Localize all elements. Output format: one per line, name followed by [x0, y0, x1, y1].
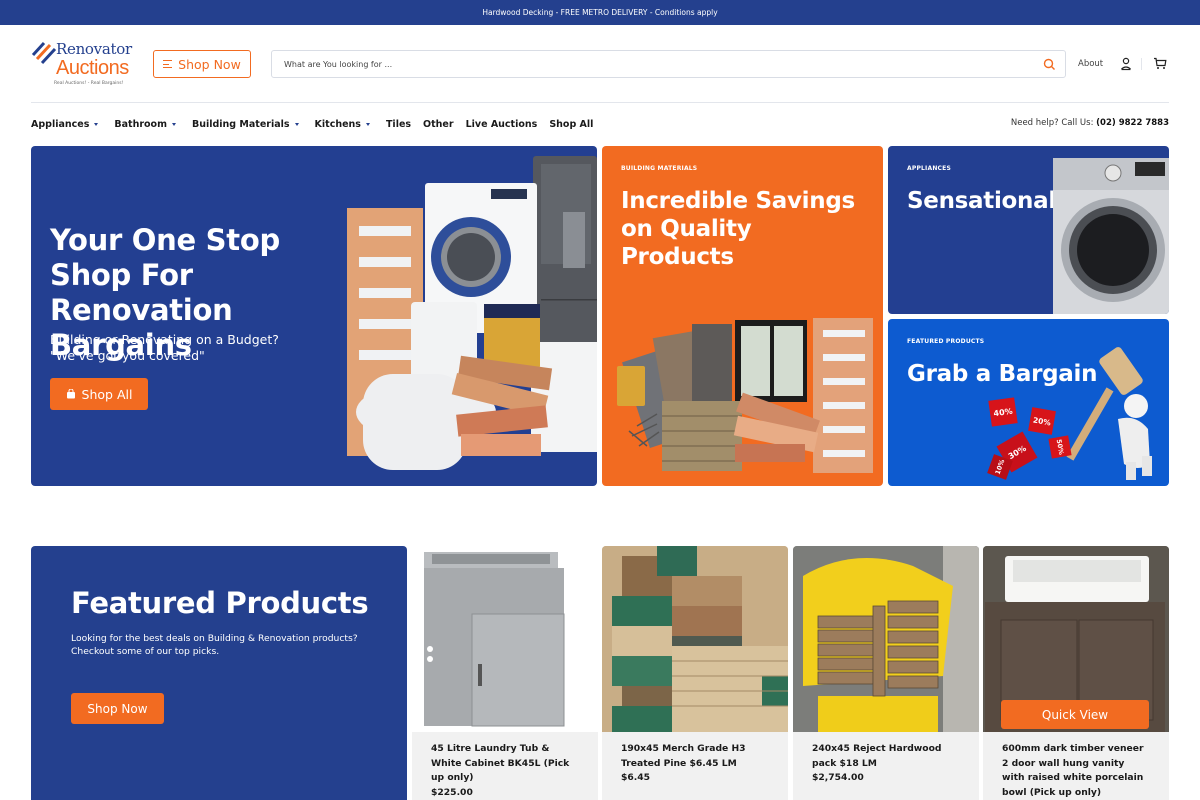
hardwood-pack-image [793, 546, 979, 732]
nav-label: Bathroom [114, 118, 167, 130]
logo[interactable]: Renovator Auctions Real Auctions! - Real… [31, 39, 132, 91]
product-info: 45 Litre Laundry Tub & White Cabinet BK4… [412, 732, 598, 800]
shop-all-label: Shop All [81, 386, 133, 402]
announcement-text: Hardwood Decking - FREE METRO DELIVERY -… [482, 8, 718, 17]
logo-text-auctions: Auctions [56, 57, 129, 79]
user-icon[interactable] [1120, 57, 1132, 71]
nav-item-other[interactable]: Other [423, 119, 454, 130]
shop-now-label: Shop Now [178, 56, 241, 72]
product-info: 600mm dark timber veneer 2 door wall hun… [983, 732, 1169, 800]
nav-label: Appliances [31, 118, 90, 130]
search-icon[interactable] [1043, 58, 1056, 71]
featured-products-panel: Featured Products Looking for the best d… [31, 546, 407, 800]
discount-tag: 40% [988, 397, 1018, 427]
shop-now-menu-button[interactable]: Shop Now [153, 50, 251, 78]
product-price: $2,754.00 [812, 772, 864, 783]
product-image[interactable] [793, 546, 979, 732]
site-header: Renovator Auctions Real Auctions! - Real… [31, 25, 1169, 103]
phone-number[interactable]: (02) 9822 7883 [1096, 118, 1169, 128]
nav-label: Shop All [549, 118, 594, 130]
logo-mark-icon [31, 41, 57, 65]
product-card[interactable]: 190x45 Merch Grade H3 Treated Pine $6.45… [602, 546, 788, 800]
caret-down-icon [94, 122, 99, 126]
search-input[interactable] [272, 51, 1012, 77]
product-image[interactable] [412, 546, 598, 732]
nav-item-bathroom[interactable]: Bathroom [114, 119, 176, 130]
banner-kicker: BUILDING MATERIALS [621, 165, 698, 172]
hero-subtitle-line1: Building or Renovating on a Budget? [50, 332, 279, 347]
about-link[interactable]: About [1078, 59, 1103, 69]
product-name[interactable]: 190x45 Merch Grade H3 Treated Pine $6.45… [621, 742, 769, 771]
shopping-bag-icon [66, 389, 75, 399]
help-contact: Need help? Call Us: (02) 9822 7883 [1011, 118, 1169, 128]
product-image[interactable] [602, 546, 788, 732]
discount-cubes: 40% 20% 30% 50% 10% [987, 395, 1080, 480]
building-materials-image [617, 318, 873, 473]
hero-product-collage-image [347, 156, 597, 470]
product-info: 240x45 Reject Hardwood pack $18 LM $2,75… [793, 732, 979, 800]
banner-kicker: FEATURED PRODUCTS [907, 338, 985, 345]
nav-item-kitchens[interactable]: Kitchens [315, 119, 370, 130]
product-name[interactable]: 240x45 Reject Hardwood pack $18 LM [812, 742, 960, 771]
hero-subtitle-line2: "We've got you covered" [50, 348, 205, 363]
banner-title: Incredible Savings on Quality Products [621, 188, 855, 270]
product-card[interactable]: Quick View 600mm dark timber veneer 2 do… [983, 546, 1169, 800]
washing-machine-image [1053, 158, 1169, 314]
product-info: 190x45 Merch Grade H3 Treated Pine $6.45… [602, 732, 788, 800]
nav-label: Kitchens [314, 118, 361, 130]
treated-pine-stack-image [602, 546, 788, 732]
nav-item-appliances[interactable]: Appliances [31, 118, 99, 130]
main-nav: Appliances Bathroom Building Materials K… [31, 113, 609, 135]
product-price: $225.00 [431, 786, 473, 798]
product-name[interactable]: 600mm dark timber veneer 2 door wall hun… [1002, 742, 1150, 800]
help-text: Need help? Call Us: [1010, 118, 1094, 128]
logo-text-renovator: Renovator [56, 40, 132, 58]
nav-item-tiles[interactable]: Tiles [386, 119, 411, 130]
building-materials-banner[interactable]: BUILDING MATERIALS Incredible Savings on… [602, 146, 883, 486]
featured-products-title: Featured Products [71, 586, 369, 620]
nav-item-live-auctions[interactable]: Live Auctions [466, 119, 538, 130]
laundry-tub-image [424, 552, 565, 727]
announcement-bar: Hardwood Decking - FREE METRO DELIVERY -… [0, 0, 1200, 25]
hero-main-banner[interactable]: Your One Stop Shop For Renovation Bargai… [31, 146, 597, 486]
product-price: $6.45 [621, 772, 651, 783]
nav-item-shop-all[interactable]: Shop All [549, 119, 593, 130]
search-bar [271, 50, 1066, 78]
caret-down-icon [171, 122, 176, 126]
product-card[interactable]: 45 Litre Laundry Tub & White Cabinet BK4… [412, 546, 598, 800]
nav-label: Other [423, 118, 454, 130]
appliances-banner[interactable]: APPLIANCES Sensational Savings [888, 146, 1169, 314]
featured-products-description: Looking for the best deals on Building &… [71, 633, 358, 657]
nav-item-building-materials[interactable]: Building Materials [192, 119, 299, 130]
product-name[interactable]: 45 Litre Laundry Tub & White Cabinet BK4… [431, 742, 579, 786]
caret-down-icon [365, 122, 370, 126]
featured-shop-now-button[interactable]: Shop Now [71, 693, 164, 724]
cart-icon[interactable] [1153, 57, 1167, 70]
caret-down-icon [294, 122, 299, 126]
logo-tagline: Real Auctions! - Real Bargains! [54, 81, 124, 86]
discount-tag: 20% [1028, 407, 1056, 435]
nav-label: Building Materials [191, 118, 290, 130]
nav-label: Live Auctions [465, 118, 538, 130]
shop-all-button[interactable]: Shop All [50, 378, 148, 410]
header-divider [1141, 58, 1142, 70]
quick-view-button[interactable]: Quick View [1001, 700, 1149, 729]
discount-tag: 50% [1048, 435, 1072, 459]
product-card[interactable]: 240x45 Reject Hardwood pack $18 LM $2,75… [793, 546, 979, 800]
banner-kicker: APPLIANCES [907, 165, 951, 172]
nav-label: Tiles [385, 118, 412, 130]
menu-icon [163, 60, 173, 69]
hero-subtitle: Building or Renovating on a Budget? "We'… [50, 332, 279, 364]
